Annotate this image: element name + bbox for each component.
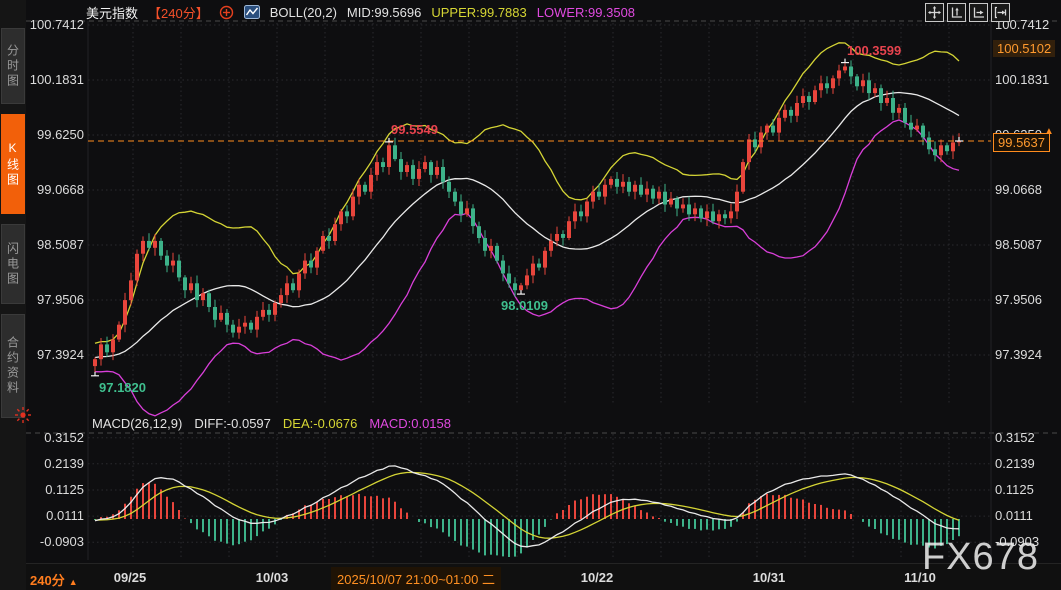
scale-vertical-button[interactable]: [947, 3, 966, 22]
scale-vertical-icon: [950, 6, 963, 19]
macd-axis-left: 0.3152 0.2139 0.1125 0.0111 -0.0903: [18, 0, 84, 590]
y-axis-tick: 0.0111: [995, 509, 1033, 523]
y-axis-tick: 0.3152: [18, 431, 84, 445]
session-high-badge: 100.5102: [993, 40, 1055, 57]
y-axis-tick: -0.0903: [18, 535, 84, 549]
sidebar-tab-lightning-chart[interactable]: 闪电图: [1, 224, 25, 304]
pan-right-button[interactable]: [991, 3, 1010, 22]
app-root: 分时图 K线图 闪电图 合约资料 美元指数 【240分】 BOLL(20,2) …: [0, 0, 1061, 590]
y-axis-tick: 0.2139: [18, 457, 84, 471]
pan-right-icon: [994, 6, 1007, 19]
period-selector-label: 240分: [30, 573, 65, 588]
macd-header: MACD(26,12,9) DIFF:-0.0597 DEA:-0.0676 M…: [92, 416, 451, 431]
boll-lower-value: LOWER:99.3508: [537, 5, 635, 20]
chart-header: 美元指数 【240分】 BOLL(20,2) MID:99.5696 UPPER…: [86, 3, 635, 21]
macd-diff-value: DIFF:-0.0597: [194, 416, 271, 431]
x-axis-date: 10/03: [256, 570, 289, 585]
boll-mid-value: MID:99.5696: [347, 5, 421, 20]
price-extreme-label: 100.3599: [847, 43, 901, 58]
price-extreme-label: 98.0109: [501, 298, 548, 313]
candlestick-icon[interactable]: [244, 5, 260, 19]
scale-horizontal-icon: [972, 6, 985, 19]
macd-dea-value: DEA:-0.0676: [283, 416, 357, 431]
time-axis-bar: 240分 ▲ 09/25 10/03 10/22 10/31 11/10 2025/10/…: [0, 563, 1061, 590]
selected-candle-time-badge: 2025/10/07 21:00~01:00 二: [331, 567, 501, 590]
macd-macd-value: MACD:0.0158: [369, 416, 451, 431]
move-crosshair-button[interactable]: [925, 3, 944, 22]
boll-indicator-label: BOLL(20,2): [270, 5, 337, 20]
price-extreme-label: 97.1820: [99, 380, 146, 395]
y-axis-tick: 0.1125: [995, 483, 1034, 497]
price-direction-arrow-icon: ▲: [1044, 126, 1054, 137]
price-extreme-label: 99.5549: [391, 122, 438, 137]
chart-canvas[interactable]: [0, 0, 1061, 590]
y-axis-tick: 0.2139: [995, 457, 1035, 471]
macd-indicator-label: MACD(26,12,9): [92, 416, 182, 431]
sidebar-tab-contract-info[interactable]: 合约资料: [1, 314, 25, 418]
sidebar: 分时图 K线图 闪电图 合约资料: [0, 0, 26, 590]
x-axis-date: 10/22: [581, 570, 614, 585]
chevron-up-icon: ▲: [69, 577, 78, 587]
sidebar-tab-kline-chart[interactable]: K线图: [1, 114, 25, 214]
y-axis-tick: 0.1125: [18, 483, 84, 497]
x-axis-date: 11/10: [904, 570, 936, 585]
move-crosshair-icon: [928, 6, 941, 19]
macd-axis-right: 0.3152 0.2139 0.1125 0.0111 -0.0903: [995, 0, 1059, 590]
last-price-badge: 99.5637: [993, 133, 1050, 152]
period-selector[interactable]: 240分 ▲: [30, 570, 78, 589]
y-axis-tick: 0.3152: [995, 431, 1035, 445]
x-axis-date: 10/31: [753, 570, 786, 585]
live-indicator-icon: [14, 406, 32, 424]
y-axis-tick: -0.0903: [995, 535, 1039, 549]
boll-upper-value: UPPER:99.7883: [431, 5, 526, 20]
sidebar-tab-time-chart[interactable]: 分时图: [1, 28, 25, 104]
target-plus-icon[interactable]: [219, 5, 234, 20]
x-axis-date: 09/25: [114, 570, 147, 585]
period-tag[interactable]: 【240分】: [148, 3, 209, 22]
y-axis-tick: 0.0111: [18, 509, 84, 523]
symbol-title: 美元指数: [86, 3, 138, 22]
chart-toolbar: [925, 3, 1010, 22]
scale-horizontal-button[interactable]: [969, 3, 988, 22]
